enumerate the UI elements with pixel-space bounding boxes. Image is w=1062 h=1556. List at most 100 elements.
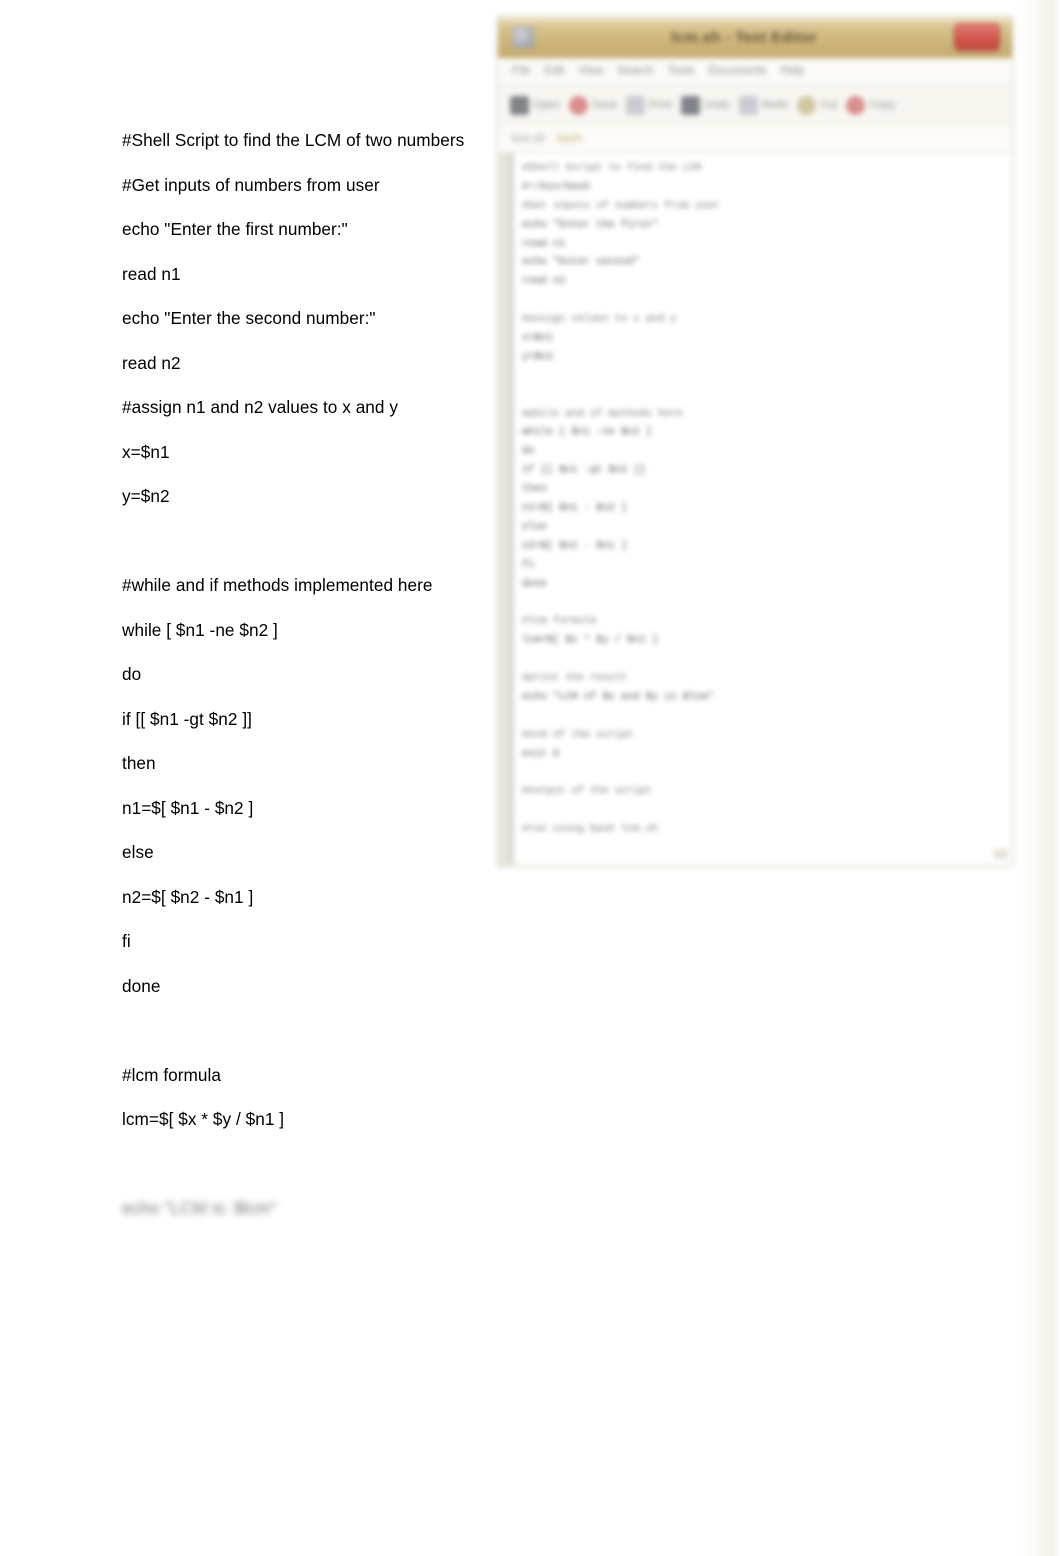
tab-lcm-sh[interactable]: lcm.sh: [512, 133, 545, 145]
editor-code-line: #Get inputs of numbers from user: [522, 199, 720, 212]
redo-button[interactable]: Redo: [738, 95, 789, 115]
editor-code-line: #while and if methods here: [522, 407, 683, 420]
page-edge-shading: [1016, 0, 1062, 1556]
editor-code-line: [522, 801, 1002, 820]
cut-icon: [797, 95, 817, 115]
editor-code-line: exit 0: [522, 747, 560, 760]
window-tabstrip: lcm.sh bash: [498, 126, 1012, 153]
script-line: do: [122, 664, 142, 684]
menu-item-view[interactable]: View: [578, 65, 603, 77]
editor-window: lcm.sh - Text Editor File Edit View Search T…: [497, 16, 1013, 866]
script-line: lcm=$[ $x * $y / $n1 ]: [122, 1109, 285, 1129]
undo-button[interactable]: Undo: [680, 95, 730, 115]
copy-icon: [846, 95, 866, 115]
line-number-gutter: [498, 153, 514, 865]
editor-code-line: fi: [522, 558, 535, 571]
editor-code-line: lcm=$[ $x * $y / $n1 ]: [522, 634, 658, 647]
editor-code-line: [522, 764, 1002, 783]
window-menubar: File Edit View Search Tools Documents Help: [498, 58, 1012, 85]
editor-code-line: #output of the script: [522, 785, 652, 798]
editor-code-line: read n2: [522, 275, 566, 288]
toolbar-label: Open: [533, 99, 560, 111]
editor-code-line: then: [522, 483, 547, 496]
save-button[interactable]: Save: [568, 95, 617, 115]
editor-code-line: [522, 291, 1002, 310]
script-line: fi: [122, 931, 131, 951]
script-line: echo "LCM is: $lcm": [122, 1198, 277, 1218]
menu-item-help[interactable]: Help: [781, 65, 805, 77]
editor-code-line: if [[ $n1 -gt $n2 ]]: [522, 464, 646, 477]
menu-item-edit[interactable]: Edit: [545, 65, 565, 77]
toolbar-label: Save: [591, 99, 617, 111]
close-icon[interactable]: [954, 23, 1000, 51]
editor-code-line: #print the result: [522, 672, 628, 685]
app-menu-icon[interactable]: [512, 26, 534, 48]
menu-item-file[interactable]: File: [512, 65, 531, 77]
script-line: y=$n2: [122, 486, 170, 506]
editor-code-line: do: [522, 445, 535, 458]
editor-code-line: n2=$[ $n2 - $n1 ]: [522, 539, 628, 552]
script-line: [122, 1142, 490, 1187]
script-line: [122, 1008, 490, 1053]
copy-button[interactable]: Copy: [846, 95, 895, 115]
script-line: #Get inputs of numbers from user: [122, 174, 380, 195]
editor-code-line: #assign values to x and y: [522, 313, 677, 326]
editor-code-line: #!/bin/bash: [522, 180, 590, 193]
editor-code-line: #lcm formula: [522, 615, 597, 628]
script-line: read n1: [122, 263, 181, 284]
menu-item-documents[interactable]: Documents: [708, 65, 766, 77]
editor-code-line: x=$n1: [522, 332, 553, 345]
window-titlebar: lcm.sh - Text Editor: [498, 17, 1012, 58]
editor-code-line: #Shell Script to find the LCM: [522, 162, 702, 174]
editor-code-line: echo "Enter the first": [522, 218, 658, 231]
editor-code-line: #run using bash lcm.sh: [522, 823, 658, 836]
embedded-editor-screenshot: lcm.sh - Text Editor File Edit View Search T…: [497, 16, 1013, 866]
script-line: #Shell Script to find the LCM of two num…: [122, 130, 465, 150]
script-line: while [ $n1 -ne $n2 ]: [122, 619, 278, 640]
editor-code-line: while [ $n1 -ne $n2 ]: [522, 426, 652, 439]
editor-code-line: echo "LCM of $x and $y is $lcm": [522, 690, 714, 703]
toolbar-label: Redo: [761, 99, 789, 111]
editor-code-line: echo "Enter second": [522, 256, 640, 269]
editor-body: #Shell Script to find the LCM #!/bin/bash…: [498, 153, 1012, 865]
cut-button[interactable]: Cut: [797, 95, 838, 115]
script-line: [122, 519, 490, 564]
editor-code-line: n1=$[ $n1 - $n2 ]: [522, 502, 628, 515]
editor-code-line: else: [522, 520, 547, 533]
script-line: echo "Enter the first number:": [122, 219, 348, 239]
script-line: #lcm formula: [122, 1064, 221, 1085]
script-line: n1=$[ $n1 - $n2 ]: [122, 797, 254, 818]
script-line: else: [122, 842, 154, 862]
editor-code-line: [522, 367, 1002, 386]
script-line: echo "Enter the second number:": [122, 308, 376, 328]
print-button[interactable]: Print: [626, 95, 672, 115]
script-line: if [[ $n1 -gt $n2 ]]: [122, 708, 252, 729]
editor-code-area[interactable]: #Shell Script to find the LCM #!/bin/bash…: [514, 153, 1012, 865]
window-toolbar: Open Save Print Undo Redo Cut Copy: [498, 85, 1012, 126]
save-icon: [568, 95, 588, 115]
script-line: #while and if methods implemented here: [122, 575, 433, 595]
toolbar-label: Undo: [703, 99, 730, 111]
editor-code-line: [522, 386, 1002, 405]
script-line: then: [122, 753, 156, 773]
toolbar-label: Cut: [820, 99, 838, 111]
editor-code-line: done: [522, 577, 547, 590]
shell-script-text-block: #Shell Script to find the LCM of two num…: [122, 118, 490, 1231]
menu-item-tools[interactable]: Tools: [668, 65, 695, 77]
editor-code-line: y=$n2: [522, 350, 553, 363]
menu-item-search[interactable]: Search: [617, 65, 653, 77]
document-page: #Shell Script to find the LCM of two num…: [0, 0, 1062, 1556]
scrollbar-thumb[interactable]: [994, 849, 1008, 859]
tab-bash[interactable]: bash: [557, 133, 582, 145]
editor-code-line: [522, 707, 1002, 726]
script-line: read n2: [122, 352, 181, 373]
editor-code-line: [522, 593, 1002, 612]
script-line: #assign n1 and n2 values to x and y: [122, 397, 398, 417]
toolbar-label: Print: [649, 99, 672, 111]
open-icon: [510, 95, 529, 115]
open-button[interactable]: Open: [510, 95, 560, 115]
window-title: lcm.sh - Text Editor: [670, 28, 818, 46]
script-line: n2=$[ $n2 - $n1 ]: [122, 886, 254, 907]
print-icon: [626, 95, 645, 115]
script-line: x=$n1: [122, 441, 170, 462]
